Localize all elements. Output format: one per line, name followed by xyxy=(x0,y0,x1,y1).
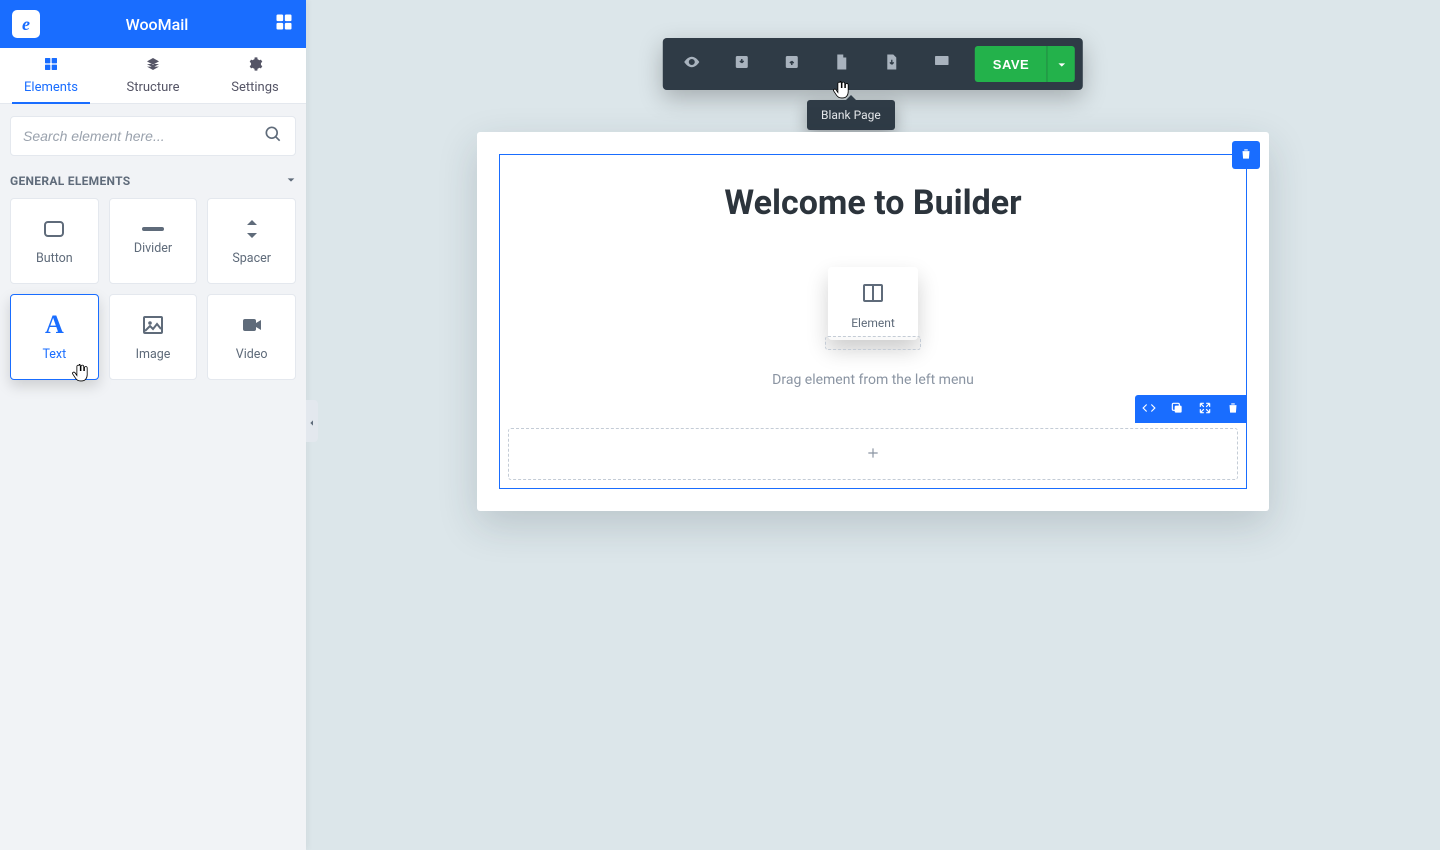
file-icon xyxy=(833,53,851,75)
canvas-heading: Welcome to Builder xyxy=(516,183,1230,223)
plus-icon xyxy=(866,445,880,464)
element-button-label: Button xyxy=(36,251,73,266)
element-text[interactable]: A Text xyxy=(10,294,99,380)
spacer-arrows-icon xyxy=(240,217,264,241)
tab-settings[interactable]: Settings xyxy=(204,48,306,103)
chevron-down-icon xyxy=(286,174,296,188)
app-logo-letter: e xyxy=(22,14,30,35)
layers-icon xyxy=(145,56,161,76)
element-image[interactable]: Image xyxy=(109,294,198,380)
element-spacer-label: Spacer xyxy=(232,251,271,266)
button-outline-icon xyxy=(42,217,66,241)
row-edit-code-button[interactable] xyxy=(1135,395,1163,423)
upload-square-icon xyxy=(783,53,801,75)
elements-grid: Button Divider Spacer A Text Image Video xyxy=(0,198,306,392)
drag-ghost-element[interactable]: Element xyxy=(828,267,918,340)
sidebar-collapse-handle[interactable] xyxy=(306,400,318,442)
email-canvas: Welcome to Builder Element Drag element … xyxy=(477,132,1269,511)
element-text-label: Text xyxy=(42,347,66,362)
tab-elements[interactable]: Elements xyxy=(0,48,102,103)
add-row-button[interactable] xyxy=(508,428,1238,480)
save-dropdown-button[interactable] xyxy=(1047,46,1075,82)
chevron-left-icon xyxy=(308,412,316,431)
tab-structure[interactable]: Structure xyxy=(102,48,204,103)
content-area[interactable]: Welcome to Builder Element Drag element … xyxy=(500,155,1246,422)
apps-grid-button[interactable] xyxy=(274,12,294,36)
element-spacer[interactable]: Spacer xyxy=(207,198,296,284)
template-button[interactable] xyxy=(867,38,917,90)
drop-hint: Drag element from the left menu xyxy=(516,372,1230,388)
blank-page-button[interactable] xyxy=(817,38,867,90)
file-download-icon xyxy=(883,53,901,75)
app-title: WooMail xyxy=(40,15,274,34)
tab-structure-label: Structure xyxy=(127,80,180,95)
element-divider-label: Divider xyxy=(134,241,172,256)
tooltip-blank-page: Blank Page xyxy=(807,100,895,130)
preview-button[interactable] xyxy=(667,38,717,90)
import-button[interactable] xyxy=(717,38,767,90)
row-expand-button[interactable] xyxy=(1191,395,1219,423)
sidebar-tabs: Elements Structure Settings xyxy=(0,48,306,104)
eye-icon xyxy=(683,53,701,75)
divider-line-icon xyxy=(142,227,164,231)
video-camera-icon xyxy=(240,313,264,337)
section-general-title: GENERAL ELEMENTS xyxy=(10,174,130,188)
expand-icon xyxy=(1198,400,1212,419)
save-group: SAVE xyxy=(975,46,1075,82)
row-toolbar xyxy=(1135,395,1247,423)
app-logo[interactable]: e xyxy=(12,10,40,38)
sidebar: e WooMail Elements Structure Settings GE… xyxy=(0,0,306,850)
columns-icon xyxy=(861,281,885,308)
search-box[interactable] xyxy=(10,116,296,156)
download-square-icon xyxy=(733,53,751,75)
save-button[interactable]: SAVE xyxy=(975,46,1047,82)
tab-settings-label: Settings xyxy=(231,80,278,95)
text-a-icon: A xyxy=(42,313,66,337)
search-wrap xyxy=(0,104,306,168)
row-duplicate-button[interactable] xyxy=(1163,395,1191,423)
tab-elements-label: Elements xyxy=(24,80,78,95)
trash-icon xyxy=(1226,400,1240,419)
template-frame[interactable]: Welcome to Builder Element Drag element … xyxy=(499,154,1247,489)
tooltip-text: Blank Page xyxy=(821,108,881,122)
top-toolbar: SAVE xyxy=(663,38,1083,90)
code-icon xyxy=(1142,400,1156,419)
elements-grid-icon xyxy=(43,56,59,76)
row-delete-button[interactable] xyxy=(1219,395,1247,423)
search-icon xyxy=(263,124,283,148)
builder-stage: SAVE Blank Page Welcome to Builder Eleme… xyxy=(306,0,1440,850)
gear-icon xyxy=(247,56,263,76)
element-divider[interactable]: Divider xyxy=(109,198,198,284)
drop-target-indicator xyxy=(825,336,921,350)
search-input[interactable] xyxy=(23,128,263,144)
section-general-header[interactable]: GENERAL ELEMENTS xyxy=(0,168,306,198)
element-image-label: Image xyxy=(136,347,171,362)
image-icon xyxy=(141,313,165,337)
responsive-button[interactable] xyxy=(917,38,967,90)
drag-ghost-label: Element xyxy=(851,316,895,330)
element-button[interactable]: Button xyxy=(10,198,99,284)
export-button[interactable] xyxy=(767,38,817,90)
caret-down-icon xyxy=(1057,55,1067,74)
element-video[interactable]: Video xyxy=(207,294,296,380)
brand-bar: e WooMail xyxy=(0,0,306,48)
copy-icon xyxy=(1170,400,1184,419)
element-video-label: Video xyxy=(236,347,268,362)
desktop-icon xyxy=(933,53,951,75)
